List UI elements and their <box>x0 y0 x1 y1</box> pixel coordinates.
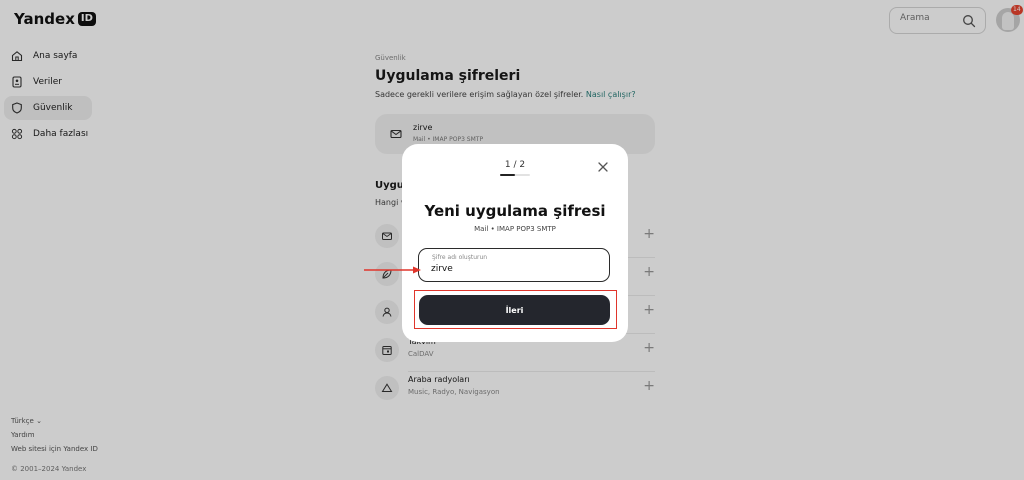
close-icon[interactable] <box>596 160 610 174</box>
step-indicator: 1 / 2 <box>504 160 526 170</box>
dialog-title: Yeni uygulama şifresi <box>424 202 606 220</box>
step-progress-bar <box>500 174 530 176</box>
field-label: Şifre adı oluşturun <box>432 254 488 261</box>
annotation-arrow-icon <box>364 266 421 274</box>
annotation-highlight-box <box>414 290 617 329</box>
dialog-subtitle: Mail • IMAP POP3 SMTP <box>474 225 556 233</box>
password-name-input[interactable] <box>431 264 591 274</box>
password-name-field[interactable]: Şifre adı oluşturun <box>418 248 610 282</box>
step-progress-fill <box>500 174 515 176</box>
